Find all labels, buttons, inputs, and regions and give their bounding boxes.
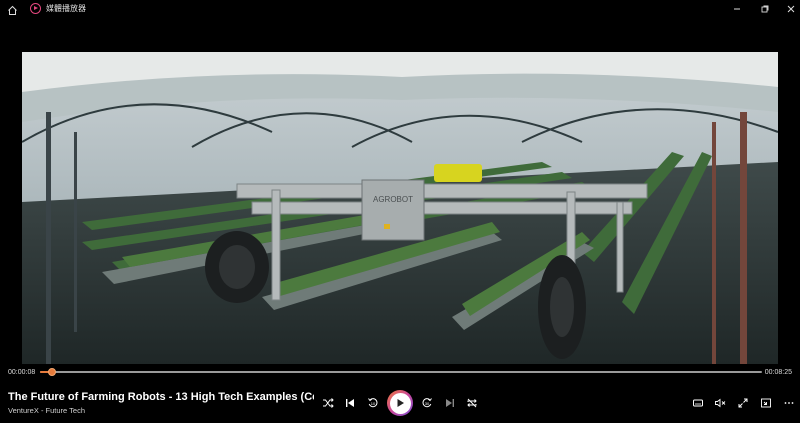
rewind-button[interactable]: 10 xyxy=(364,394,382,412)
forward-button[interactable]: 30 xyxy=(418,394,436,412)
mini-player-icon xyxy=(761,398,771,408)
volume-muted-icon xyxy=(715,398,726,408)
fullscreen-icon xyxy=(738,398,748,408)
previous-button[interactable] xyxy=(341,394,359,412)
current-time: 00:00:08 xyxy=(8,369,36,376)
more-options-icon xyxy=(784,402,794,404)
play-icon xyxy=(397,399,404,407)
rewind-10-icon: 10 xyxy=(368,398,378,408)
robot-brand-label: AGROBOT xyxy=(373,195,413,204)
window-title: 媒體播放器 xyxy=(46,4,86,13)
close-button[interactable] xyxy=(774,0,800,17)
next-button[interactable] xyxy=(441,394,459,412)
title-bar: 媒體播放器 xyxy=(0,0,800,17)
repeat-button[interactable] xyxy=(463,394,481,412)
seek-thumb[interactable] xyxy=(47,368,56,376)
minimize-icon xyxy=(734,8,740,9)
repeat-off-icon xyxy=(467,398,477,408)
maximize-icon xyxy=(761,5,769,12)
media-subtitle: VentureX - Future Tech xyxy=(8,406,85,415)
skip-previous-icon xyxy=(346,399,354,407)
media-title: The Future of Farming Robots - 13 High T… xyxy=(8,391,314,403)
video-frame[interactable]: AGROBOT xyxy=(22,52,778,364)
forward-30-icon: 30 xyxy=(422,398,432,408)
shuffle-button[interactable] xyxy=(319,394,337,412)
svg-text:30: 30 xyxy=(425,401,430,406)
volume-button[interactable] xyxy=(711,394,729,412)
home-icon[interactable] xyxy=(7,3,18,15)
captions-icon xyxy=(693,399,703,407)
svg-text:10: 10 xyxy=(371,401,376,406)
shuffle-icon xyxy=(323,398,334,408)
close-icon xyxy=(787,5,795,12)
mini-player-button[interactable] xyxy=(757,394,775,412)
captions-button[interactable] xyxy=(689,394,707,412)
duration: 00:08:25 xyxy=(764,369,792,376)
skip-next-icon xyxy=(446,399,454,407)
more-options-button[interactable] xyxy=(780,394,798,412)
fullscreen-button[interactable] xyxy=(734,394,752,412)
seek-bar[interactable] xyxy=(40,368,762,376)
play-button[interactable] xyxy=(387,390,413,416)
video-picture: AGROBOT xyxy=(22,52,778,364)
media-player-icon xyxy=(30,3,41,14)
